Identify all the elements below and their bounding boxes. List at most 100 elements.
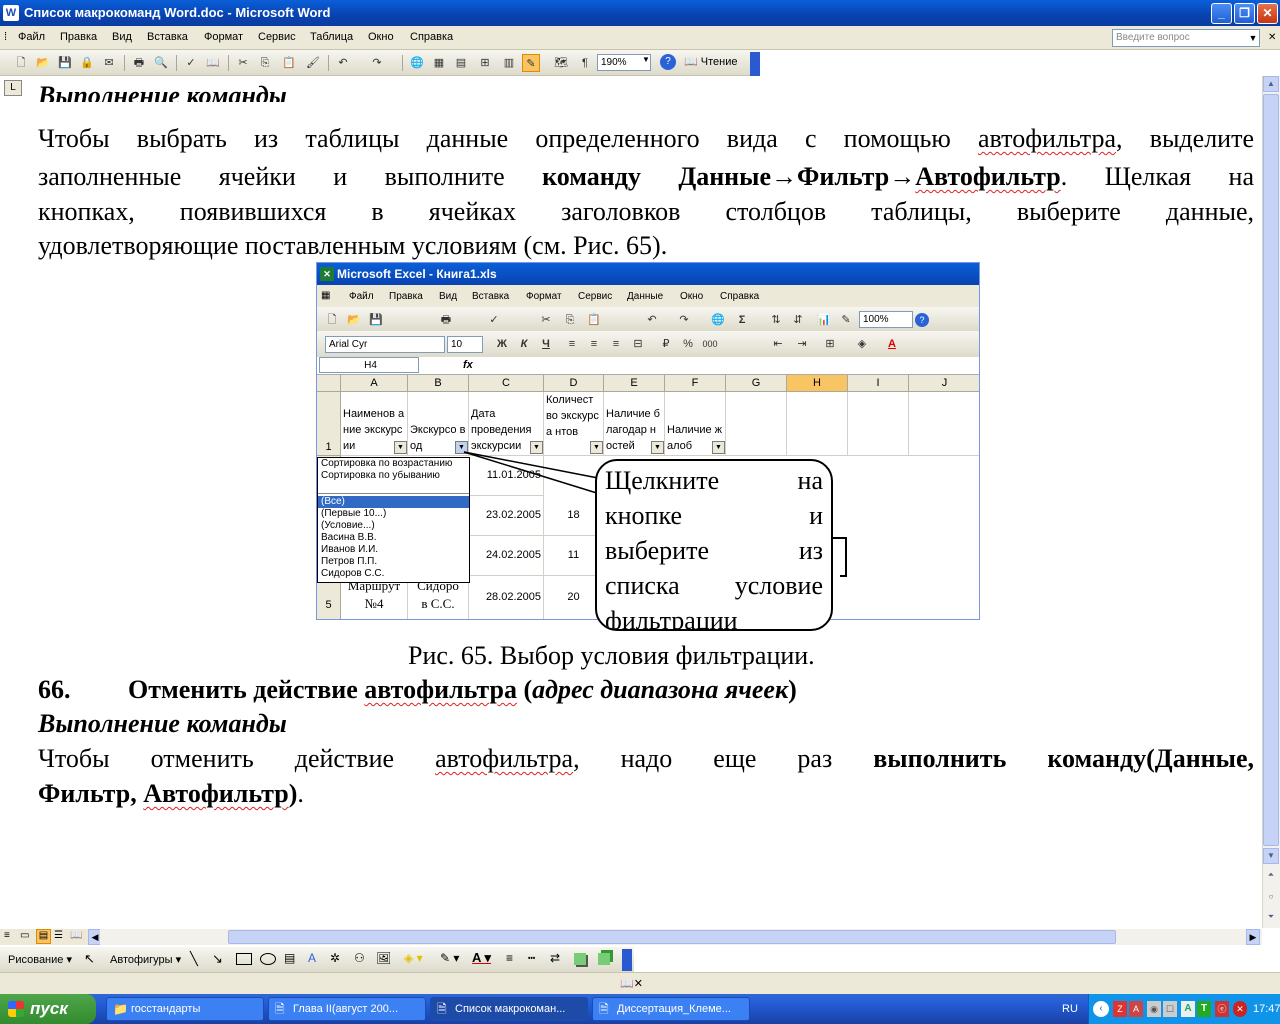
cut-icon[interactable]: ✂ bbox=[537, 311, 555, 329]
font-name-select[interactable]: Arial Cyr bbox=[325, 336, 445, 353]
reading-view-icon[interactable]: 📖 bbox=[70, 930, 82, 941]
currency-icon[interactable]: ₽ bbox=[657, 335, 675, 353]
open-icon[interactable]: 📂 bbox=[34, 54, 52, 72]
print-layout-icon[interactable]: ▤ bbox=[36, 929, 51, 944]
chevron-down-icon[interactable]: ▼ bbox=[642, 55, 650, 64]
open-icon[interactable]: 📂 bbox=[345, 311, 363, 329]
align-right-icon[interactable]: ≡ bbox=[607, 335, 625, 353]
shadow-style-icon[interactable] bbox=[574, 953, 586, 965]
menu-table[interactable]: Таблица bbox=[310, 31, 353, 43]
thousands-icon[interactable]: 000 bbox=[701, 335, 719, 353]
email-icon[interactable]: ✉ bbox=[100, 54, 118, 72]
font-size-select[interactable]: 10 bbox=[447, 336, 483, 353]
spelling-icon[interactable]: ✓ bbox=[485, 311, 503, 329]
italic-button[interactable]: К bbox=[515, 335, 533, 353]
arrow-icon[interactable]: ↘ bbox=[212, 951, 223, 967]
chevron-down-icon[interactable]: ▼ bbox=[1247, 30, 1259, 46]
tray-app-icon[interactable]: T bbox=[1197, 1001, 1211, 1017]
filter-value-option[interactable]: Иванов И.И. bbox=[318, 544, 469, 556]
dash-style-icon[interactable]: ┅ bbox=[528, 951, 535, 965]
line-icon[interactable]: ╲ bbox=[190, 951, 198, 967]
column-header[interactable]: D bbox=[544, 375, 604, 392]
language-indicator[interactable]: RU bbox=[1062, 1003, 1078, 1015]
borders-icon[interactable]: ⊞ bbox=[821, 335, 839, 353]
toolbar-options-icon[interactable] bbox=[622, 949, 632, 971]
select-all-corner[interactable] bbox=[317, 375, 341, 392]
scroll-down-icon[interactable]: ▼ bbox=[1263, 848, 1279, 864]
browse-object-icon[interactable]: ○ bbox=[1263, 890, 1279, 906]
drawing-menu-button[interactable]: Рисование ▾ bbox=[8, 953, 72, 966]
copy-icon[interactable]: ⎘ bbox=[256, 54, 274, 72]
sort-descending-icon[interactable]: ⇵ bbox=[789, 311, 807, 329]
sort-descending-option[interactable]: Сортировка по убыванию bbox=[318, 470, 469, 482]
shield-icon[interactable]: ✕ bbox=[1233, 1001, 1247, 1017]
3d-style-icon[interactable] bbox=[598, 953, 610, 965]
cell[interactable] bbox=[726, 392, 787, 456]
tables-borders-icon[interactable]: ▦ bbox=[430, 54, 448, 72]
tray-expand-icon[interactable]: ‹ bbox=[1093, 1001, 1109, 1017]
line-color-icon[interactable]: ✎ ▾ bbox=[440, 951, 459, 965]
vertical-scroll-thumb[interactable] bbox=[1263, 94, 1279, 846]
excel-menu-window[interactable]: Окно bbox=[680, 291, 703, 302]
format-painter-icon[interactable]: 🖌 bbox=[304, 54, 322, 72]
column-header[interactable]: C bbox=[469, 375, 544, 392]
scroll-up-icon[interactable]: ▲ bbox=[1263, 76, 1279, 92]
maximize-button[interactable]: ❐ bbox=[1234, 3, 1255, 24]
print-icon[interactable]: 🖶 bbox=[130, 54, 148, 72]
outline-view-icon[interactable]: ☰ bbox=[54, 930, 63, 941]
scroll-right-icon[interactable]: ▶ bbox=[1246, 929, 1260, 945]
sort-ascending-option[interactable]: Сортировка по возрастанию bbox=[318, 458, 469, 470]
row-header[interactable]: 1 bbox=[317, 392, 341, 456]
tray-app-icon[interactable]: A bbox=[1129, 1001, 1143, 1017]
tray-app-icon[interactable]: ◉ bbox=[1147, 1001, 1161, 1017]
help-icon[interactable]: ? bbox=[660, 54, 676, 70]
taskbar-item[interactable]: 📁 госстандарты bbox=[106, 997, 264, 1021]
tray-app-icon[interactable]: Z bbox=[1113, 1001, 1127, 1017]
hyperlink-icon[interactable]: 🌐 bbox=[709, 311, 727, 329]
autofilter-dropdown-icon[interactable]: ▼ bbox=[394, 441, 407, 454]
clock[interactable]: 17:47 bbox=[1253, 994, 1280, 1024]
filter-value-option[interactable]: Сидоров С.С. bbox=[318, 568, 469, 580]
fill-color-icon[interactable]: ◈ ▾ bbox=[404, 951, 423, 965]
fill-color-icon[interactable]: ◈ bbox=[853, 335, 871, 353]
menu-tools[interactable]: Сервис bbox=[258, 31, 296, 43]
print-preview-icon[interactable]: 🔍 bbox=[152, 54, 170, 72]
menu-format[interactable]: Формат bbox=[204, 31, 243, 43]
save-icon[interactable]: 💾 bbox=[56, 54, 74, 72]
filter-value-option[interactable]: Петров П.П. bbox=[318, 556, 469, 568]
select-objects-icon[interactable]: ↖ bbox=[84, 951, 95, 967]
excel-menu-edit[interactable]: Правка bbox=[389, 291, 423, 302]
filter-all-option[interactable]: (Все) bbox=[318, 496, 469, 508]
menu-insert[interactable]: Вставка bbox=[147, 31, 188, 43]
column-header[interactable]: F bbox=[665, 375, 726, 392]
chart-wizard-icon[interactable]: 📊 bbox=[815, 311, 833, 329]
cell[interactable] bbox=[848, 392, 909, 456]
excel-menu-file[interactable]: Файл bbox=[349, 291, 374, 302]
clipart-icon[interactable]: ⚇ bbox=[354, 951, 365, 965]
excel-menu-format[interactable]: Формат bbox=[526, 291, 562, 302]
toolbar-options-icon[interactable] bbox=[750, 52, 760, 76]
insert-excel-icon[interactable]: ⊞ bbox=[476, 54, 494, 72]
decrease-indent-icon[interactable]: ⇤ bbox=[769, 335, 787, 353]
filter-custom-option[interactable]: (Условие...) bbox=[318, 520, 469, 532]
spelling-status-icon[interactable]: 📖✕ bbox=[620, 977, 643, 990]
increase-indent-icon[interactable]: ⇥ bbox=[793, 335, 811, 353]
oval-icon[interactable] bbox=[260, 953, 276, 965]
normal-view-icon[interactable]: ≡ bbox=[4, 930, 10, 941]
menu-file[interactable]: Файл bbox=[18, 31, 45, 43]
spelling-icon[interactable]: ✓ bbox=[182, 54, 200, 72]
filter-value-option[interactable]: Васина В.В. bbox=[318, 532, 469, 544]
paste-icon[interactable]: 📋 bbox=[280, 54, 298, 72]
rectangle-icon[interactable] bbox=[236, 953, 252, 965]
arrow-style-icon[interactable]: ⇄ bbox=[550, 951, 560, 965]
font-color-icon[interactable]: A ▾ bbox=[472, 950, 491, 966]
column-header[interactable]: I bbox=[848, 375, 909, 392]
redo-icon[interactable]: ↷ bbox=[368, 54, 386, 72]
columns-icon[interactable]: ▥ bbox=[500, 54, 518, 72]
document-map-icon[interactable]: 🗺 bbox=[552, 54, 570, 72]
next-page-icon[interactable]: ⏷ bbox=[1263, 910, 1279, 926]
new-document-icon[interactable]: 🗋 bbox=[12, 54, 30, 72]
print-icon[interactable]: 🖶 bbox=[437, 311, 455, 329]
picture-icon[interactable]: 🖼 bbox=[376, 951, 391, 965]
excel-menu-help[interactable]: Справка bbox=[720, 291, 759, 302]
